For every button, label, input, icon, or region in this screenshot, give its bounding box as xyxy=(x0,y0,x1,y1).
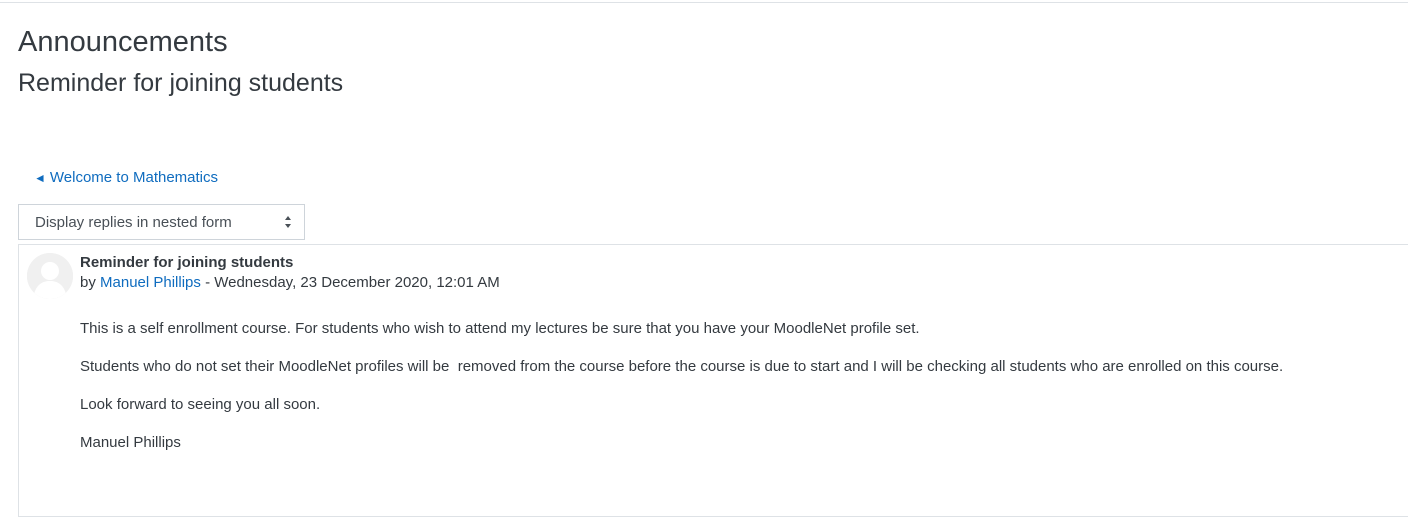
forum-post: Reminder for joining students by Manuel … xyxy=(18,244,1408,517)
previous-discussion-label: Welcome to Mathematics xyxy=(49,169,219,186)
post-subject: Reminder for joining students xyxy=(80,254,294,271)
display-mode-select[interactable]: Display replies in nested form xyxy=(18,204,305,240)
post-date: - Wednesday, 23 December 2020, 12:01 AM xyxy=(200,274,500,291)
select-caret-icon xyxy=(285,216,291,228)
display-mode-value: Display replies in nested form xyxy=(35,214,232,231)
previous-discussion-link[interactable]: ◄ Welcome to Mathematics xyxy=(34,168,218,188)
post-paragraph: Look forward to seeing you all soon. xyxy=(80,396,321,413)
top-divider xyxy=(0,2,1408,3)
discussion-title: Reminder for joining students xyxy=(18,69,344,97)
post-signature: Manuel Phillips xyxy=(80,434,181,451)
left-arrow-icon: ◄ xyxy=(34,171,46,185)
forum-title: Announcements xyxy=(18,26,228,58)
author-link[interactable]: Manuel Phillips xyxy=(100,274,201,291)
default-user-avatar-icon[interactable] xyxy=(27,253,73,299)
post-paragraph: This is a self enrollment course. For st… xyxy=(80,320,920,337)
by-label: by xyxy=(80,274,96,291)
post-paragraph: Students who do not set their MoodleNet … xyxy=(80,358,1284,375)
post-byline: by Manuel Phillips - Wednesday, 23 Decem… xyxy=(80,273,500,293)
post-message: This is a self enrollment course. For st… xyxy=(80,319,1400,471)
